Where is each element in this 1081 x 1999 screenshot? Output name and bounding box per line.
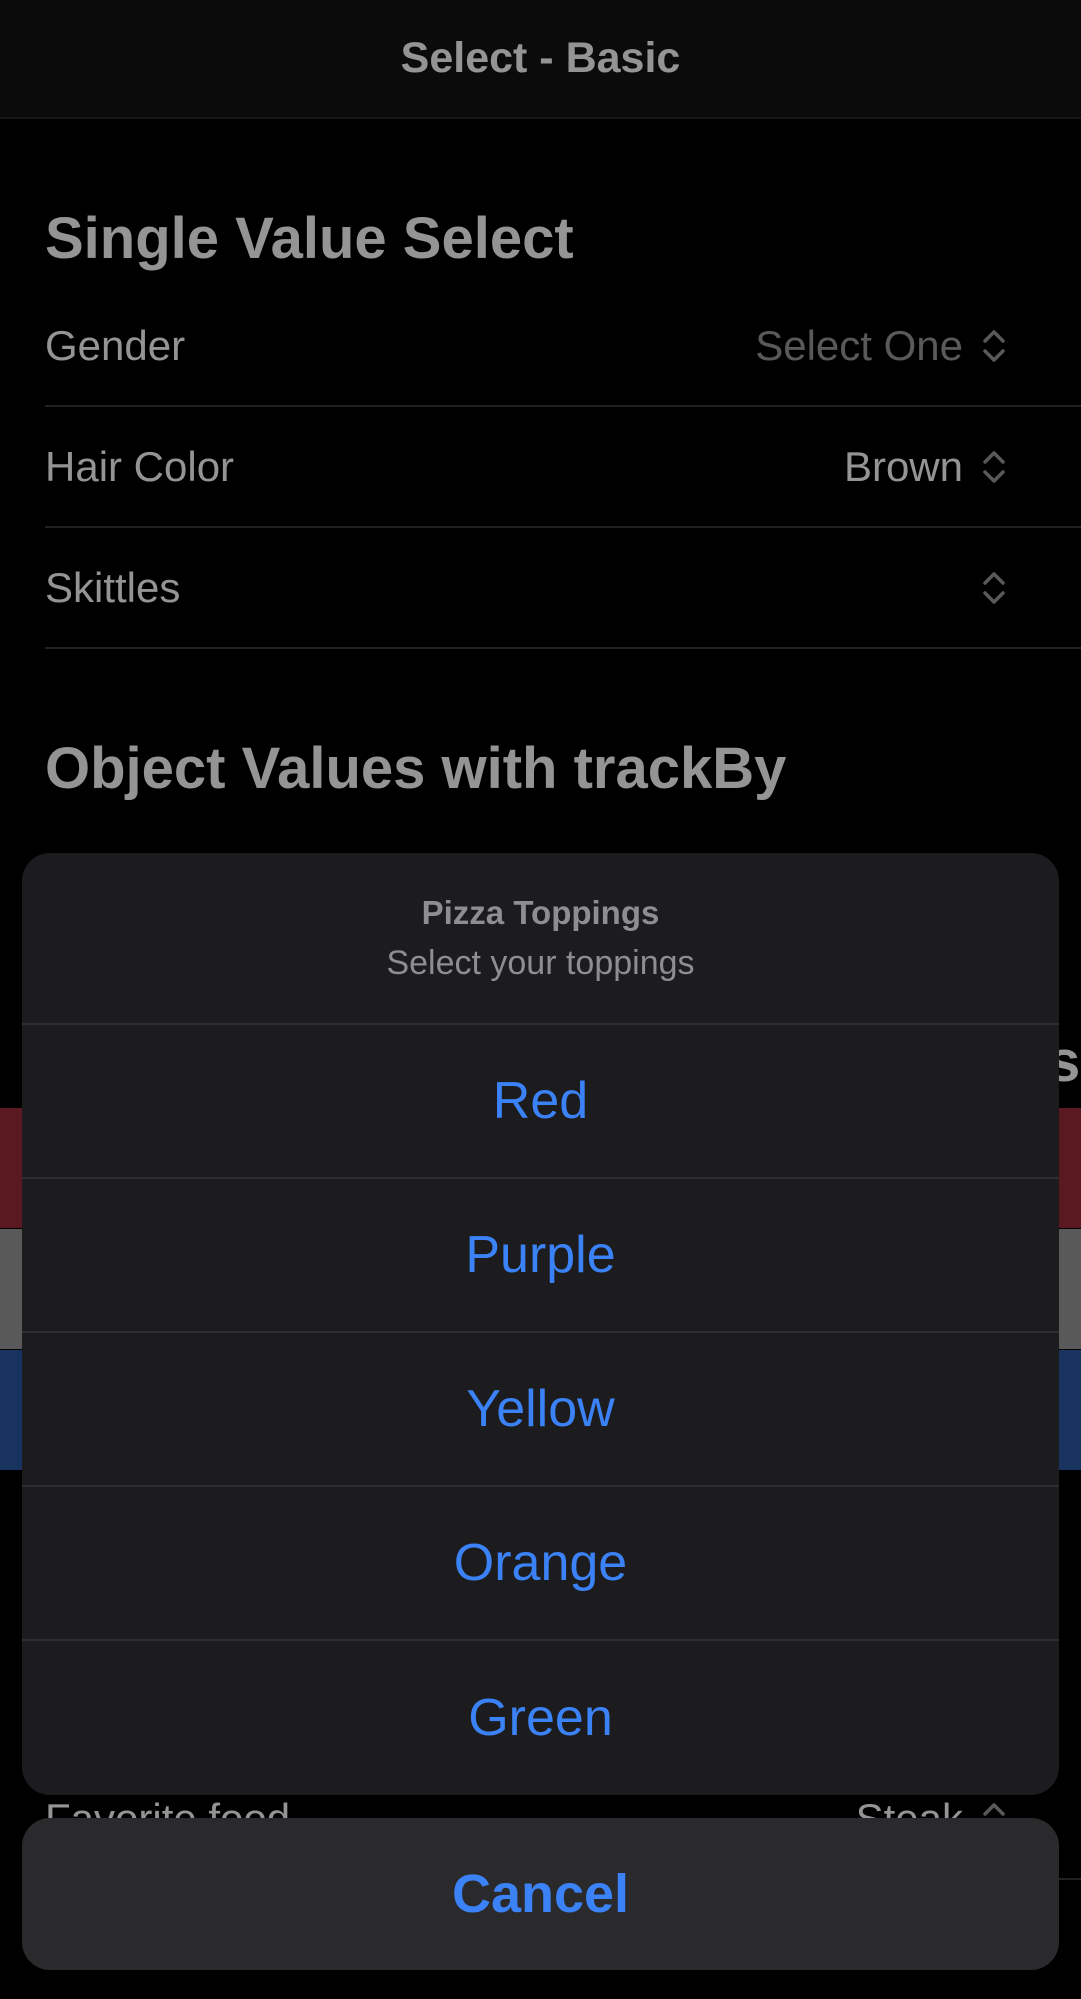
- option-yellow[interactable]: Yellow: [22, 1333, 1059, 1487]
- option-purple[interactable]: Purple: [22, 1179, 1059, 1333]
- option-orange[interactable]: Orange: [22, 1487, 1059, 1641]
- action-sheet-header: Pizza Toppings Select your toppings: [22, 853, 1059, 1025]
- option-red[interactable]: Red: [22, 1025, 1059, 1179]
- action-sheet: Pizza Toppings Select your toppings Red …: [22, 853, 1059, 1795]
- action-sheet-title: Pizza Toppings: [421, 893, 660, 931]
- cancel-button[interactable]: Cancel: [22, 1818, 1059, 1970]
- action-sheet-subtitle: Select your toppings: [386, 943, 695, 982]
- option-green[interactable]: Green: [22, 1641, 1059, 1795]
